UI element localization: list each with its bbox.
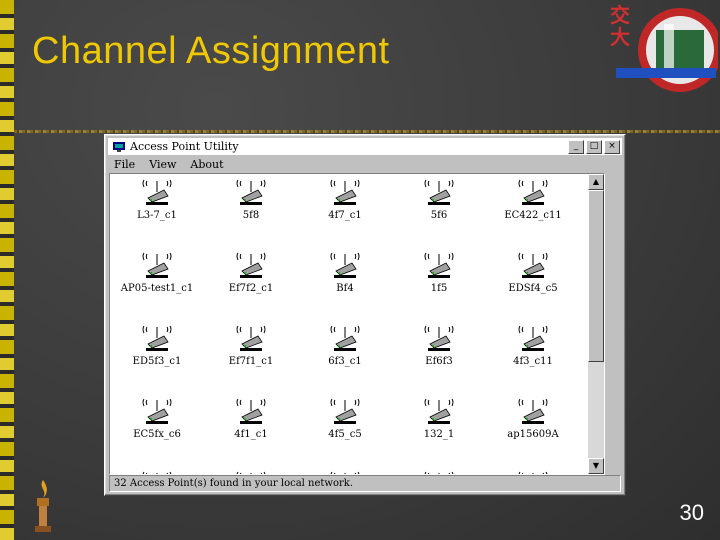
access-point-item[interactable]: Ef6f3: [392, 320, 486, 393]
minimize-button[interactable]: _: [568, 139, 584, 154]
scroll-up-button[interactable]: ▲: [588, 174, 604, 190]
logo-lettering: 交 大: [610, 3, 630, 49]
wireless-access-point-icon: [234, 397, 268, 428]
app-icon: [113, 141, 125, 152]
access-point-item[interactable]: 5f6: [392, 174, 486, 247]
wireless-access-point-icon: [422, 397, 456, 428]
window-title: Access Point Utility: [130, 140, 239, 153]
close-button[interactable]: ×: [604, 139, 620, 154]
access-point-label: 5f6: [430, 210, 448, 221]
access-point-item[interactable]: EDSf4_c5: [486, 247, 580, 320]
maximize-button[interactable]: □: [586, 139, 602, 154]
access-point-item[interactable]: AP05-test1_c1: [110, 247, 204, 320]
access-point-label: EDSf4_c5: [508, 283, 558, 294]
access-point-label: 4f7_c1: [328, 210, 362, 221]
wireless-access-point-icon: [234, 178, 268, 209]
title-divider: [14, 130, 720, 133]
access-point-item[interactable]: [298, 466, 392, 474]
wireless-access-point-icon: [328, 178, 362, 209]
window-titlebar[interactable]: Access Point Utility _ □ ×: [108, 138, 622, 155]
access-point-item[interactable]: Ef7f1_c1: [204, 320, 298, 393]
access-point-item[interactable]: [204, 466, 298, 474]
access-point-item[interactable]: 4f3_c11: [486, 320, 580, 393]
access-point-label: 4f3_c11: [513, 356, 553, 367]
status-bar: 32 Access Point(s) found in your local n…: [109, 475, 621, 492]
access-point-item[interactable]: 5f8: [204, 174, 298, 247]
access-point-item[interactable]: Bf4: [298, 247, 392, 320]
access-point-item[interactable]: ED5f3_c1: [110, 320, 204, 393]
access-point-label: Ef7f2_c1: [228, 283, 274, 294]
wireless-access-point-icon: [516, 324, 550, 355]
access-point-label: ap15609A: [507, 429, 559, 440]
access-point-label: AP05-test1_c1: [120, 283, 194, 294]
access-point-label: 6f3_c1: [328, 356, 362, 367]
access-point-label: 132_1: [423, 429, 455, 440]
access-point-label: Ef6f3: [425, 356, 453, 367]
access-point-label: 4f5_c5: [328, 429, 362, 440]
access-point-label: EC422_c11: [504, 210, 562, 221]
access-point-item[interactable]: 1f5: [392, 247, 486, 320]
slide-title: Channel Assignment: [32, 30, 390, 72]
wireless-access-point-icon: [516, 397, 550, 428]
access-point-item[interactable]: Ef7f2_c1: [204, 247, 298, 320]
menu-bar: File View About: [108, 156, 622, 172]
wireless-access-point-icon: [328, 324, 362, 355]
wireless-access-point-icon: [516, 178, 550, 209]
access-point-list: L3-7_c1 5f8 4f7_c1 5f6 EC422_c11 AP05-test1_c…: [109, 173, 605, 475]
wireless-access-point-icon: [140, 251, 174, 282]
slide-accent-bar: [0, 0, 14, 540]
wireless-access-point-icon: [328, 251, 362, 282]
access-point-label: 4f1_c1: [234, 429, 268, 440]
menu-view[interactable]: View: [149, 158, 176, 171]
access-point-label: Bf4: [336, 283, 354, 294]
access-point-label: 5f8: [242, 210, 260, 221]
access-point-item[interactable]: 4f1_c1: [204, 393, 298, 466]
access-point-item[interactable]: EC422_c11: [486, 174, 580, 247]
access-point-item[interactable]: EC5fx_c6: [110, 393, 204, 466]
access-point-label: 1f5: [430, 283, 448, 294]
access-point-item[interactable]: [392, 466, 486, 474]
access-point-grid: L3-7_c1 5f8 4f7_c1 5f6 EC422_c11 AP05-test1_c…: [110, 174, 580, 474]
wireless-access-point-icon: [422, 251, 456, 282]
menu-file[interactable]: File: [114, 158, 135, 171]
scroll-down-button[interactable]: ▼: [588, 458, 604, 474]
wireless-access-point-icon: [328, 397, 362, 428]
access-point-label: Ef7f1_c1: [228, 356, 274, 367]
access-point-item[interactable]: 4f5_c5: [298, 393, 392, 466]
wireless-access-point-icon: [516, 251, 550, 282]
torch-icon: [35, 480, 51, 532]
wireless-access-point-icon: [140, 324, 174, 355]
access-point-label: ED5f3_c1: [132, 356, 182, 367]
access-point-item[interactable]: 132_1: [392, 393, 486, 466]
access-point-item[interactable]: 4f7_c1: [298, 174, 392, 247]
scroll-thumb[interactable]: [588, 190, 604, 362]
access-point-item[interactable]: ap15609A: [486, 393, 580, 466]
access-point-label: L3-7_c1: [137, 210, 177, 221]
wireless-access-point-icon: [422, 324, 456, 355]
access-point-item[interactable]: [486, 466, 580, 474]
wireless-access-point-icon: [234, 324, 268, 355]
wireless-access-point-icon: [140, 397, 174, 428]
vertical-scrollbar[interactable]: ▲ ▼: [588, 174, 604, 474]
wireless-access-point-icon: [140, 178, 174, 209]
access-point-item[interactable]: 6f3_c1: [298, 320, 392, 393]
access-point-item[interactable]: [110, 466, 204, 474]
access-point-item[interactable]: L3-7_c1: [110, 174, 204, 247]
menu-about[interactable]: About: [190, 158, 223, 171]
slide-number: 30: [679, 500, 704, 525]
access-point-utility-window[interactable]: Access Point Utility _ □ × File View Abo…: [104, 134, 626, 496]
access-point-label: EC5fx_c6: [133, 429, 181, 440]
wireless-access-point-icon: [422, 178, 456, 209]
wireless-access-point-icon: [234, 251, 268, 282]
